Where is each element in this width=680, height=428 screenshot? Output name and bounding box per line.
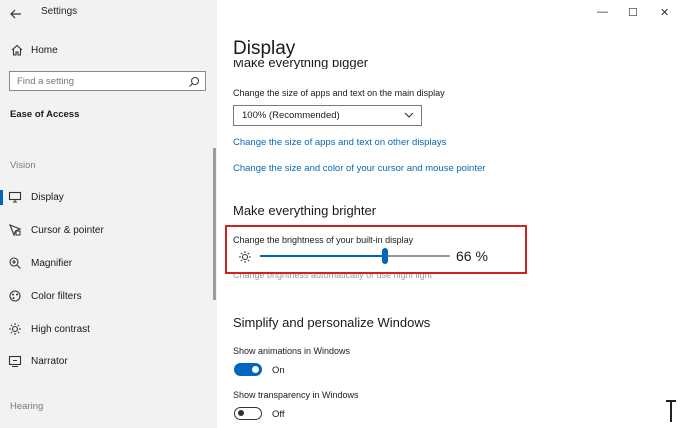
sidebar: Settings Home Find a setting Ease of Acc… <box>0 0 217 428</box>
close-button[interactable]: ✕ <box>660 6 669 19</box>
maximize-button[interactable]: ☐ <box>628 6 638 19</box>
high-contrast-icon <box>8 322 22 336</box>
cursor-icon <box>8 223 22 237</box>
animations-label: Show animations in Windows <box>233 346 351 356</box>
animations-state: On <box>272 365 285 376</box>
category-title: Ease of Access <box>10 109 80 120</box>
vision-header: Vision <box>10 160 36 171</box>
sidebar-item-narrator[interactable]: Narrator <box>0 347 217 375</box>
search-icon[interactable] <box>188 75 200 93</box>
text-cursor-mark <box>666 400 676 422</box>
sidebar-item-label: Color filters <box>31 290 82 302</box>
transparency-state: Off <box>272 409 285 420</box>
section-title-brighter: Make everything brighter <box>233 203 377 218</box>
sidebar-item-magnifier[interactable]: Magnifier <box>0 249 217 277</box>
transparency-label: Show transparency in Windows <box>233 390 359 400</box>
brightness-sub-text: Change brightness automatically or use n… <box>233 274 433 280</box>
sidebar-item-display[interactable]: Display <box>0 183 217 211</box>
home-icon <box>10 43 24 57</box>
sidebar-item-color-filters[interactable]: Color filters <box>0 282 217 310</box>
sidebar-item-label: Magnifier <box>31 257 73 269</box>
search-placeholder: Find a setting <box>17 76 75 87</box>
highlight-annotation-box <box>225 225 527 274</box>
size-label: Change the size of apps and text on the … <box>233 88 445 98</box>
sidebar-item-label: Narrator <box>31 355 68 367</box>
animations-toggle[interactable] <box>234 363 262 376</box>
selected-indicator <box>0 190 3 205</box>
sidebar-scrollbar[interactable] <box>213 148 216 300</box>
sidebar-item-home-label: Home <box>31 44 58 56</box>
sidebar-item-high-contrast[interactable]: High contrast <box>0 315 217 343</box>
link-other-displays[interactable]: Change the size of apps and text on othe… <box>233 137 446 148</box>
minimize-button[interactable]: — <box>597 6 608 18</box>
monitor-icon <box>8 190 22 204</box>
sidebar-item-label: Cursor & pointer <box>31 224 104 236</box>
toggle-knob <box>238 410 244 416</box>
page-title: Display <box>233 38 296 59</box>
toggle-knob <box>252 366 259 373</box>
window-title: Settings <box>41 6 78 17</box>
sidebar-item-cursor-pointer[interactable]: Cursor & pointer <box>0 216 217 244</box>
sidebar-item-label: Display <box>31 191 64 203</box>
link-cursor-pointer[interactable]: Change the size and color of your cursor… <box>233 163 485 174</box>
chevron-down-icon <box>404 111 414 122</box>
sidebar-item-label: High contrast <box>31 323 90 335</box>
transparency-toggle[interactable] <box>234 407 262 420</box>
back-arrow-icon[interactable] <box>10 6 22 19</box>
color-filter-icon <box>8 289 22 303</box>
section-title-simplify: Simplify and personalize Windows <box>233 315 431 330</box>
hearing-header: Hearing <box>10 401 44 412</box>
search-input[interactable]: Find a setting <box>9 71 206 91</box>
size-dropdown[interactable]: 100% (Recommended) <box>233 105 422 126</box>
main-content: — ☐ ✕ Display Make everything bigger Cha… <box>217 0 680 428</box>
size-dropdown-value: 100% (Recommended) <box>242 110 340 121</box>
magnifier-icon <box>8 256 22 270</box>
narrator-icon <box>8 354 22 368</box>
section-title-bigger: Make everything bigger <box>233 60 369 69</box>
sidebar-item-home[interactable]: Home <box>0 36 217 64</box>
